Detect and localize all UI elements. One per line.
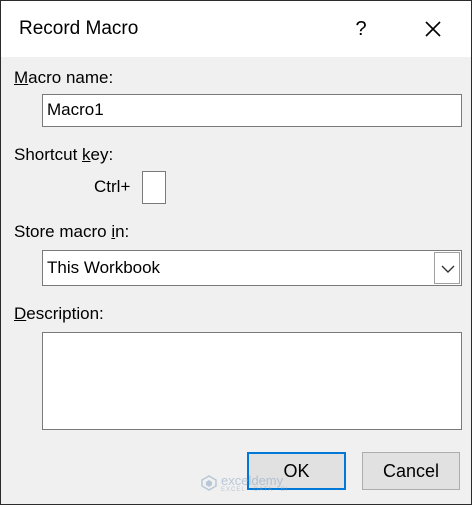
store-macro-dropdown-button[interactable]: [434, 252, 460, 284]
ctrl-label: Ctrl+: [94, 177, 131, 196]
watermark-name: exceldemy: [221, 473, 284, 488]
description-label-accesskey: D: [14, 304, 27, 323]
cancel-button[interactable]: Cancel: [362, 452, 460, 490]
dialog-title: Record Macro: [19, 18, 139, 39]
shortcut-key-input[interactable]: [142, 171, 166, 204]
shortcut-key-label: Shortcut key:: [14, 145, 113, 165]
watermark-tagline: EXCEL · DATA · BI: [221, 487, 289, 493]
close-button[interactable]: [416, 13, 450, 45]
shortcut-label-accesskey: k: [82, 145, 91, 164]
store-macro-select[interactable]: This Workbook: [42, 250, 462, 286]
exceldemy-logo-icon: [201, 475, 217, 491]
chevron-down-icon: [441, 265, 455, 273]
description-label: Description:: [14, 304, 104, 324]
store-macro-selected-value: This Workbook: [47, 258, 161, 277]
macro-name-input[interactable]: Macro1: [42, 94, 462, 127]
macro-name-label: Macro name:: [14, 68, 113, 88]
shortcut-label-post: ey:: [90, 145, 114, 164]
macro-name-label-accesskey: M: [14, 68, 29, 87]
store-macro-label: Store macro in:: [14, 222, 129, 242]
macro-name-label-text: acro name:: [28, 68, 114, 87]
store-label-pre: Store macro: [14, 222, 112, 241]
record-macro-dialog: Record Macro ? Macro name: Macro1 Shortc…: [0, 0, 472, 505]
shortcut-label-pre: Shortcut: [14, 145, 83, 164]
close-icon: [425, 21, 441, 37]
description-label-text: escription:: [26, 304, 104, 323]
description-textarea[interactable]: [42, 332, 462, 430]
store-label-post: n:: [115, 222, 130, 241]
help-button[interactable]: ?: [346, 13, 376, 45]
title-bar: Record Macro ?: [1, 1, 471, 57]
